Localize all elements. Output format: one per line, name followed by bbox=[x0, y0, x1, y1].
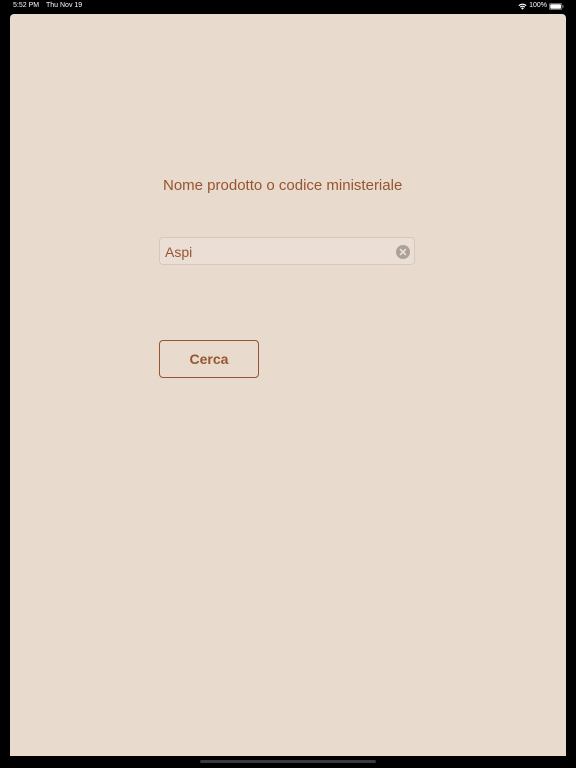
battery-percent: 100% bbox=[529, 2, 547, 9]
status-date: Thu Nov 19 bbox=[46, 2, 83, 9]
clear-circle-icon bbox=[399, 248, 407, 256]
search-button[interactable]: Cerca bbox=[159, 340, 259, 378]
battery-full-icon bbox=[549, 2, 564, 10]
app-screen: 5:52 PM Thu Nov 19 100% Nome prodotto o … bbox=[0, 0, 576, 768]
search-input[interactable]: Aspi bbox=[159, 237, 415, 265]
status-bar: 5:52 PM Thu Nov 19 100% bbox=[0, 0, 576, 12]
status-indicators: 100% bbox=[518, 0, 564, 12]
search-input-value: Aspi bbox=[165, 244, 193, 260]
clear-search-button[interactable] bbox=[396, 245, 410, 259]
home-indicator[interactable] bbox=[200, 760, 376, 763]
status-time: 5:52 PM bbox=[13, 2, 40, 9]
main-sheet: Nome prodotto o codice ministeriale Aspi… bbox=[10, 14, 566, 756]
search-label: Nome prodotto o codice ministeriale bbox=[163, 177, 403, 194]
wifi-icon bbox=[518, 3, 527, 10]
